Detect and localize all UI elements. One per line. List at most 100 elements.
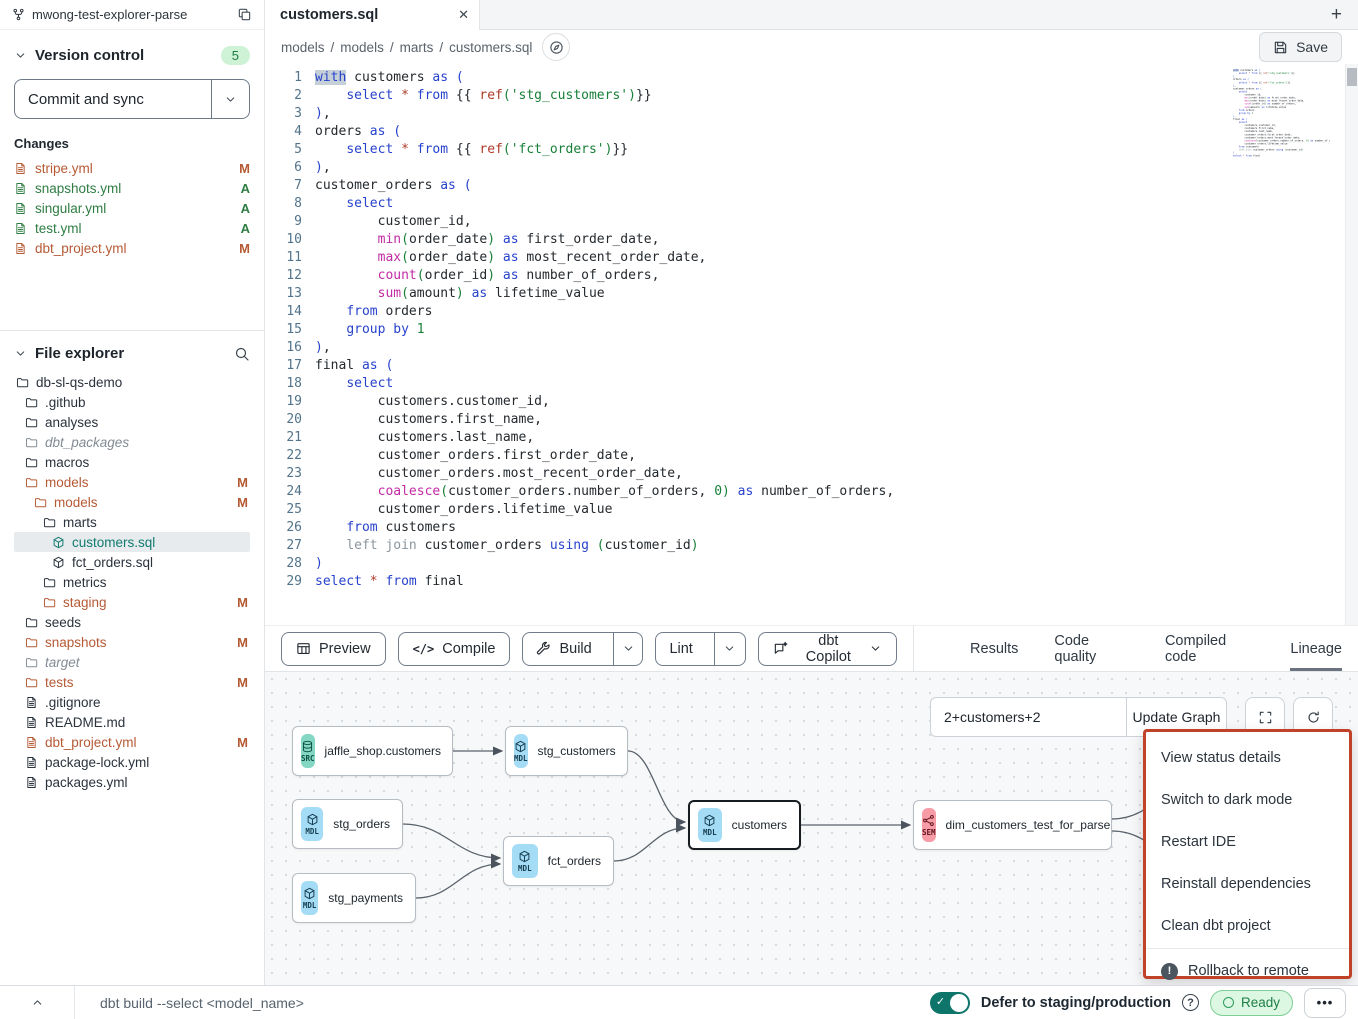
close-tab-icon[interactable]: ✕ <box>458 7 469 23</box>
scrollbar-thumb[interactable] <box>1347 68 1357 86</box>
tree-item-analyses[interactable]: analyses <box>14 412 250 432</box>
help-icon[interactable]: ? <box>1182 994 1199 1011</box>
lineage-panel[interactable]: SRC jaffle_shop.customers MDL stg_custom… <box>265 672 1358 985</box>
menu-divider <box>1146 948 1349 949</box>
tree-item-name: tests <box>45 675 74 690</box>
lineage-node-jaffle-shop-customers[interactable]: SRC jaffle_shop.customers <box>292 726 453 776</box>
change-row-singular-yml[interactable]: singular.yml A <box>14 198 250 218</box>
tree-item-metrics[interactable]: metrics <box>14 572 250 592</box>
breadcrumb-separator: / <box>390 40 394 55</box>
lineage-node-dim-customers-test-for-parse[interactable]: SEM dim_customers_test_for_parse <box>913 800 1112 850</box>
lint-label: Lint <box>669 641 692 657</box>
copy-icon[interactable] <box>237 7 252 22</box>
folder-icon <box>16 376 29 389</box>
commit-and-sync-button[interactable]: Commit and sync <box>14 79 250 119</box>
compass-icon <box>549 40 564 55</box>
change-row-stripe-yml[interactable]: stripe.yml M <box>14 158 250 178</box>
folder-icon <box>25 396 38 409</box>
tab-results[interactable]: Results <box>970 626 1018 671</box>
save-icon <box>1273 40 1288 55</box>
breadcrumb-segment[interactable]: models <box>340 40 384 55</box>
breadcrumb-segment[interactable]: marts <box>400 40 434 55</box>
new-tab-button[interactable]: + <box>1331 0 1342 30</box>
code-editor[interactable]: 1234567891011121314151617181920212223242… <box>265 64 1358 626</box>
tree-item-customers-sql[interactable]: customers.sql <box>14 532 250 552</box>
build-dropdown-button[interactable] <box>613 633 643 665</box>
tree-item-tests[interactable]: tests M <box>14 672 250 692</box>
change-row-dbt-project-yml[interactable]: dbt_project.yml M <box>14 238 250 258</box>
fullscreen-icon <box>1258 710 1273 725</box>
status-ready-badge[interactable]: Ready <box>1210 990 1293 1016</box>
command-input[interactable]: dbt build --select <model_name> <box>75 995 930 1011</box>
defer-label: Defer to staging/production <box>981 995 1171 1011</box>
collapse-panel-button[interactable] <box>0 986 75 1019</box>
menu-item-reinstall-dependencies[interactable]: Reinstall dependencies <box>1146 863 1349 905</box>
tree-item-snapshots[interactable]: snapshots M <box>14 632 250 652</box>
breadcrumb-segment[interactable]: models <box>281 40 325 55</box>
lint-dropdown-button[interactable] <box>714 633 745 665</box>
lint-button[interactable]: Lint <box>656 633 705 665</box>
chevron-down-icon <box>14 49 27 62</box>
file-explorer-header[interactable]: File explorer <box>14 345 250 362</box>
mdl-badge-icon: MDL <box>301 807 323 841</box>
version-control-header[interactable]: Version control 5 <box>14 46 250 65</box>
code-content: with customers as ( select * from {{ ref… <box>315 69 1358 625</box>
breadcrumb-segment[interactable]: customers.sql <box>449 40 532 55</box>
commit-dropdown-button[interactable] <box>211 80 249 118</box>
tree-item--github[interactable]: .github <box>14 392 250 412</box>
tab-lineage[interactable]: Lineage <box>1290 626 1342 671</box>
open-in-explorer-button[interactable] <box>542 33 570 61</box>
lineage-selector-input[interactable] <box>930 697 1126 737</box>
node-label: customers <box>732 818 787 832</box>
lineage-node-customers[interactable]: MDL customers <box>688 800 801 850</box>
menu-item-switch-to-dark-mode[interactable]: Switch to dark mode <box>1146 779 1349 821</box>
tab-code-quality[interactable]: Code quality <box>1054 626 1129 671</box>
dbt-copilot-button[interactable]: dbt Copilot <box>758 632 897 666</box>
tree-item-packages-yml[interactable]: packages.yml <box>14 772 250 792</box>
tree-item-fct-orders-sql[interactable]: fct_orders.sql <box>14 552 250 572</box>
tree-item-staging[interactable]: staging M <box>14 592 250 612</box>
lineage-node-stg-orders[interactable]: MDL stg_orders <box>292 799 403 849</box>
tree-item-name: metrics <box>63 575 107 590</box>
save-button[interactable]: Save <box>1259 32 1342 62</box>
tree-item-db-sl-qs-demo[interactable]: db-sl-qs-demo <box>14 372 250 392</box>
wrench-icon <box>536 641 551 656</box>
menu-item-view-status-details[interactable]: View status details <box>1146 737 1349 779</box>
tree-item-dbt-packages[interactable]: dbt_packages <box>14 432 250 452</box>
change-row-test-yml[interactable]: test.yml A <box>14 218 250 238</box>
tree-item-marts[interactable]: marts <box>14 512 250 532</box>
tree-item-name: models <box>45 475 89 490</box>
tree-item-dbt-project-yml[interactable]: dbt_project.yml M <box>14 732 250 752</box>
search-icon[interactable] <box>234 346 250 362</box>
tab-customers-sql[interactable]: customers.sql ✕ <box>265 0 480 30</box>
tree-item-package-lock-yml[interactable]: package-lock.yml <box>14 752 250 772</box>
lineage-node-fct-orders[interactable]: MDL fct_orders <box>503 836 614 886</box>
file-icon <box>25 696 38 709</box>
tree-item-target[interactable]: target <box>14 652 250 672</box>
tree-item--gitignore[interactable]: .gitignore <box>14 692 250 712</box>
tree-item-seeds[interactable]: seeds <box>14 612 250 632</box>
preview-button[interactable]: Preview <box>281 632 386 666</box>
menu-item-rollback-to-remote[interactable]: !Rollback to remote <box>1146 950 1349 985</box>
tree-item-macros[interactable]: macros <box>14 452 250 472</box>
editor-scrollbar[interactable] <box>1345 64 1358 625</box>
menu-item-restart-ide[interactable]: Restart IDE <box>1146 821 1349 863</box>
change-status-letter: A <box>241 181 250 196</box>
defer-toggle[interactable]: ✓ <box>930 992 970 1014</box>
build-button[interactable]: Build <box>523 633 604 665</box>
compile-button[interactable]: </> Compile <box>398 632 511 666</box>
tree-item-models[interactable]: models M <box>14 492 250 512</box>
lineage-node-stg-customers[interactable]: MDL stg_customers <box>505 726 628 776</box>
lineage-node-stg-payments[interactable]: MDL stg_payments <box>292 873 416 923</box>
tree-item-readme-md[interactable]: README.md <box>14 712 250 732</box>
menu-item-clean-dbt-project[interactable]: Clean dbt project <box>1146 905 1349 947</box>
change-row-snapshots-yml[interactable]: snapshots.yml A <box>14 178 250 198</box>
tree-item-name: target <box>45 655 80 670</box>
folder-icon <box>25 616 38 629</box>
tree-item-models[interactable]: models M <box>14 472 250 492</box>
chevron-down-icon <box>224 93 237 106</box>
more-options-button[interactable]: ••• <box>1304 988 1346 1018</box>
tree-item-name: README.md <box>45 715 125 730</box>
tab-compiled-code[interactable]: Compiled code <box>1165 626 1254 671</box>
minimap[interactable]: with customers as ( select * from {{ ref… <box>1233 69 1330 161</box>
